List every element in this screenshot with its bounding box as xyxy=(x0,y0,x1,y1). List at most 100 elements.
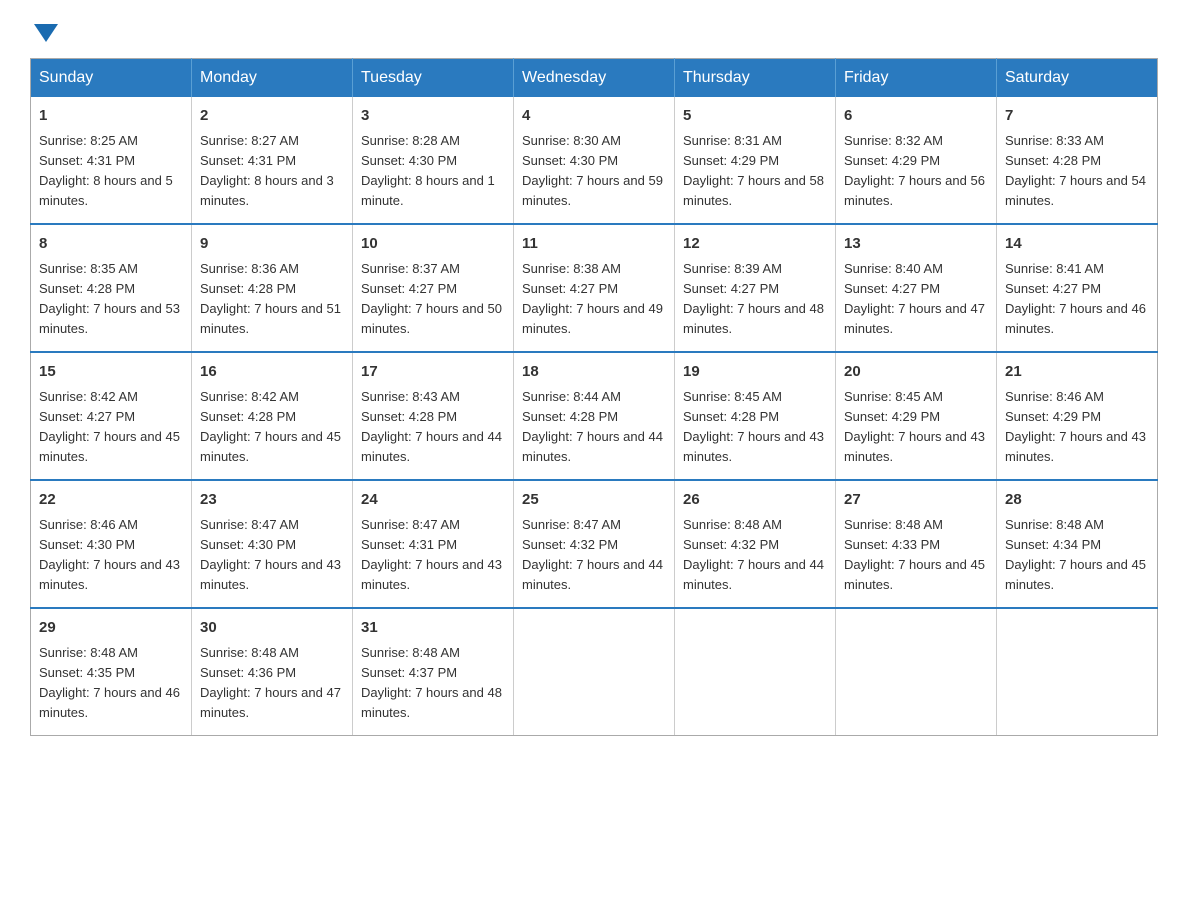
day-info: Sunrise: 8:48 AMSunset: 4:36 PMDaylight:… xyxy=(200,645,341,720)
calendar-cell: 11 Sunrise: 8:38 AMSunset: 4:27 PMDayligh… xyxy=(514,224,675,352)
day-number: 25 xyxy=(522,489,666,512)
day-info: Sunrise: 8:41 AMSunset: 4:27 PMDaylight:… xyxy=(1005,261,1146,336)
calendar-cell xyxy=(997,608,1158,736)
calendar-cell: 8Sunrise: 8:35 AMSunset: 4:28 PMDaylight… xyxy=(31,224,192,352)
day-number: 28 xyxy=(1005,489,1149,512)
day-info: Sunrise: 8:38 AMSunset: 4:27 PMDaylight:… xyxy=(522,261,663,336)
calendar-cell: 2 Sunrise: 8:27 AMSunset: 4:31 PMDaylight… xyxy=(192,97,353,224)
day-info: Sunrise: 8:27 AMSunset: 4:31 PMDaylight:… xyxy=(200,133,334,208)
calendar-cell: 14 Sunrise: 8:41 AMSunset: 4:27 PMDayligh… xyxy=(997,224,1158,352)
day-info: Sunrise: 8:48 AMSunset: 4:35 PMDaylight:… xyxy=(39,645,180,720)
day-info: Sunrise: 8:46 AMSunset: 4:29 PMDaylight:… xyxy=(1005,389,1146,464)
day-info: Sunrise: 8:48 AMSunset: 4:33 PMDaylight:… xyxy=(844,517,985,592)
day-info: Sunrise: 8:47 AMSunset: 4:32 PMDaylight:… xyxy=(522,517,663,592)
day-info: Sunrise: 8:40 AMSunset: 4:27 PMDaylight:… xyxy=(844,261,985,336)
calendar-cell: 3 Sunrise: 8:28 AMSunset: 4:30 PMDaylight… xyxy=(353,97,514,224)
day-info: Sunrise: 8:42 AMSunset: 4:27 PMDaylight:… xyxy=(39,389,180,464)
calendar-cell: 29 Sunrise: 8:48 AMSunset: 4:35 PMDayligh… xyxy=(31,608,192,736)
logo-arrow-icon xyxy=(34,24,58,42)
col-header-wednesday: Wednesday xyxy=(514,59,675,98)
day-number: 1 xyxy=(39,105,183,128)
day-info: Sunrise: 8:45 AMSunset: 4:28 PMDaylight:… xyxy=(683,389,824,464)
day-info: Sunrise: 8:48 AMSunset: 4:37 PMDaylight:… xyxy=(361,645,502,720)
day-info: Sunrise: 8:25 AMSunset: 4:31 PMDaylight:… xyxy=(39,133,173,208)
calendar-cell: 17 Sunrise: 8:43 AMSunset: 4:28 PMDayligh… xyxy=(353,352,514,480)
day-number: 12 xyxy=(683,233,827,256)
calendar-cell: 15 Sunrise: 8:42 AMSunset: 4:27 PMDayligh… xyxy=(31,352,192,480)
calendar-cell: 1 Sunrise: 8:25 AMSunset: 4:31 PMDaylight… xyxy=(31,97,192,224)
day-info: Sunrise: 8:42 AMSunset: 4:28 PMDaylight:… xyxy=(200,389,341,464)
calendar-cell: 6 Sunrise: 8:32 AMSunset: 4:29 PMDaylight… xyxy=(836,97,997,224)
day-number: 17 xyxy=(361,361,505,384)
calendar-cell: 16Sunrise: 8:42 AMSunset: 4:28 PMDayligh… xyxy=(192,352,353,480)
calendar-cell xyxy=(514,608,675,736)
day-info: Sunrise: 8:45 AMSunset: 4:29 PMDaylight:… xyxy=(844,389,985,464)
day-number: 15 xyxy=(39,361,183,384)
calendar-cell xyxy=(675,608,836,736)
col-header-sunday: Sunday xyxy=(31,59,192,98)
calendar-table: SundayMondayTuesdayWednesdayThursdayFrid… xyxy=(30,58,1158,736)
calendar-cell: 30 Sunrise: 8:48 AMSunset: 4:36 PMDayligh… xyxy=(192,608,353,736)
col-header-saturday: Saturday xyxy=(997,59,1158,98)
calendar-cell: 5 Sunrise: 8:31 AMSunset: 4:29 PMDaylight… xyxy=(675,97,836,224)
day-number: 3 xyxy=(361,105,505,128)
day-number: 19 xyxy=(683,361,827,384)
day-info: Sunrise: 8:31 AMSunset: 4:29 PMDaylight:… xyxy=(683,133,824,208)
calendar-cell: 28 Sunrise: 8:48 AMSunset: 4:34 PMDayligh… xyxy=(997,480,1158,608)
calendar-week-row: 29 Sunrise: 8:48 AMSunset: 4:35 PMDayligh… xyxy=(31,608,1158,736)
day-number: 21 xyxy=(1005,361,1149,384)
day-info: Sunrise: 8:48 AMSunset: 4:32 PMDaylight:… xyxy=(683,517,824,592)
calendar-cell: 23Sunrise: 8:47 AMSunset: 4:30 PMDayligh… xyxy=(192,480,353,608)
day-number: 5 xyxy=(683,105,827,128)
logo xyxy=(30,20,58,38)
calendar-cell: 31 Sunrise: 8:48 AMSunset: 4:37 PMDayligh… xyxy=(353,608,514,736)
calendar-header-row: SundayMondayTuesdayWednesdayThursdayFrid… xyxy=(31,59,1158,98)
calendar-cell: 26Sunrise: 8:48 AMSunset: 4:32 PMDayligh… xyxy=(675,480,836,608)
col-header-friday: Friday xyxy=(836,59,997,98)
page-header xyxy=(30,20,1158,38)
day-info: Sunrise: 8:30 AMSunset: 4:30 PMDaylight:… xyxy=(522,133,663,208)
calendar-cell: 27 Sunrise: 8:48 AMSunset: 4:33 PMDayligh… xyxy=(836,480,997,608)
calendar-cell: 10Sunrise: 8:37 AMSunset: 4:27 PMDayligh… xyxy=(353,224,514,352)
day-info: Sunrise: 8:28 AMSunset: 4:30 PMDaylight:… xyxy=(361,133,495,208)
day-number: 20 xyxy=(844,361,988,384)
calendar-cell: 25 Sunrise: 8:47 AMSunset: 4:32 PMDayligh… xyxy=(514,480,675,608)
day-info: Sunrise: 8:32 AMSunset: 4:29 PMDaylight:… xyxy=(844,133,985,208)
day-info: Sunrise: 8:33 AMSunset: 4:28 PMDaylight:… xyxy=(1005,133,1146,208)
day-info: Sunrise: 8:46 AMSunset: 4:30 PMDaylight:… xyxy=(39,517,180,592)
day-number: 11 xyxy=(522,233,666,256)
day-number: 31 xyxy=(361,617,505,640)
calendar-cell: 20 Sunrise: 8:45 AMSunset: 4:29 PMDayligh… xyxy=(836,352,997,480)
day-info: Sunrise: 8:43 AMSunset: 4:28 PMDaylight:… xyxy=(361,389,502,464)
day-info: Sunrise: 8:47 AMSunset: 4:30 PMDaylight:… xyxy=(200,517,341,592)
day-number: 6 xyxy=(844,105,988,128)
day-number: 10 xyxy=(361,233,505,256)
col-header-tuesday: Tuesday xyxy=(353,59,514,98)
day-number: 24 xyxy=(361,489,505,512)
logo-general-text xyxy=(30,20,58,42)
calendar-cell: 12 Sunrise: 8:39 AMSunset: 4:27 PMDayligh… xyxy=(675,224,836,352)
calendar-cell: 18 Sunrise: 8:44 AMSunset: 4:28 PMDayligh… xyxy=(514,352,675,480)
calendar-week-row: 22Sunrise: 8:46 AMSunset: 4:30 PMDayligh… xyxy=(31,480,1158,608)
day-number: 18 xyxy=(522,361,666,384)
day-info: Sunrise: 8:48 AMSunset: 4:34 PMDaylight:… xyxy=(1005,517,1146,592)
calendar-cell: 22Sunrise: 8:46 AMSunset: 4:30 PMDayligh… xyxy=(31,480,192,608)
calendar-week-row: 1 Sunrise: 8:25 AMSunset: 4:31 PMDaylight… xyxy=(31,97,1158,224)
calendar-cell: 24 Sunrise: 8:47 AMSunset: 4:31 PMDayligh… xyxy=(353,480,514,608)
calendar-cell: 7Sunrise: 8:33 AMSunset: 4:28 PMDaylight… xyxy=(997,97,1158,224)
day-number: 29 xyxy=(39,617,183,640)
calendar-cell xyxy=(836,608,997,736)
day-info: Sunrise: 8:44 AMSunset: 4:28 PMDaylight:… xyxy=(522,389,663,464)
day-number: 2 xyxy=(200,105,344,128)
day-info: Sunrise: 8:39 AMSunset: 4:27 PMDaylight:… xyxy=(683,261,824,336)
calendar-cell: 13 Sunrise: 8:40 AMSunset: 4:27 PMDayligh… xyxy=(836,224,997,352)
day-number: 9 xyxy=(200,233,344,256)
day-info: Sunrise: 8:47 AMSunset: 4:31 PMDaylight:… xyxy=(361,517,502,592)
day-number: 30 xyxy=(200,617,344,640)
day-number: 27 xyxy=(844,489,988,512)
day-number: 14 xyxy=(1005,233,1149,256)
calendar-cell: 9 Sunrise: 8:36 AMSunset: 4:28 PMDaylight… xyxy=(192,224,353,352)
col-header-thursday: Thursday xyxy=(675,59,836,98)
day-info: Sunrise: 8:36 AMSunset: 4:28 PMDaylight:… xyxy=(200,261,341,336)
day-number: 13 xyxy=(844,233,988,256)
